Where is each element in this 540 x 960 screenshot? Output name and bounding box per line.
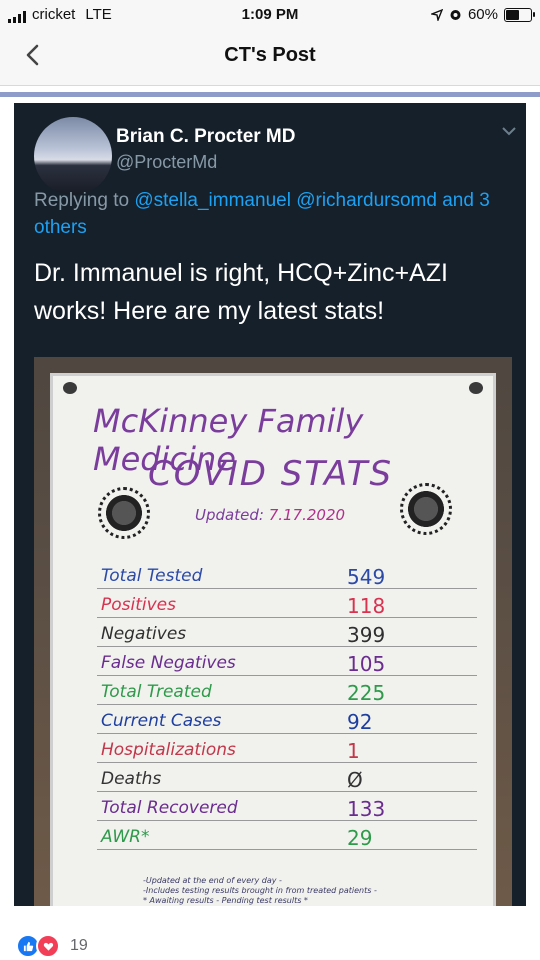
mention-link: @richardursomd	[296, 190, 437, 211]
tweet-handle: @ProcterMd	[116, 152, 218, 172]
stat-label: False Negatives	[101, 653, 236, 673]
tweet-text: Dr. Immanuel is right, HCQ+Zinc+AZI work…	[34, 259, 449, 325]
accent-divider	[0, 92, 540, 97]
stat-value: Ø	[347, 768, 363, 792]
stat-row: Total Tested 549	[97, 564, 477, 589]
avatar	[34, 117, 112, 195]
stat-value: 133	[347, 797, 386, 821]
alarm-icon	[450, 10, 461, 20]
reactions-bar[interactable]: 19	[16, 934, 88, 958]
stat-value: 92	[347, 710, 373, 734]
stat-value: 29	[347, 826, 373, 850]
stat-value: 549	[347, 565, 386, 589]
replying-suffix: and	[442, 190, 474, 211]
stat-value: 225	[347, 681, 386, 705]
stat-label: Total Treated	[101, 682, 212, 702]
reaction-count: 19	[70, 937, 88, 954]
stat-label: Hospitalizations	[101, 740, 236, 760]
page-title: CT's Post	[224, 44, 316, 66]
stat-value: 118	[347, 594, 386, 618]
mention-link: @stella_immanuel	[134, 190, 291, 211]
whiteboard-subtitle: COVID STATS	[148, 454, 394, 494]
footnote: -Updated at the end of every day -	[143, 876, 282, 885]
stat-label: Negatives	[101, 624, 187, 644]
virus-icon	[98, 487, 150, 539]
virus-icon	[400, 483, 452, 535]
battery-percent: 60%	[467, 6, 498, 23]
stat-value: 1	[347, 739, 360, 763]
stat-row: Negatives 399	[97, 622, 477, 647]
magnet	[63, 382, 77, 394]
status-bar: cricket LTE 1:09 PM 60%	[0, 0, 540, 30]
location-icon	[430, 8, 443, 21]
updated-label: Updated:	[195, 506, 264, 524]
battery-icon	[504, 7, 535, 22]
whiteboard: McKinney Family Medicine COVID STATS Upd…	[50, 373, 496, 906]
chevron-down-icon	[502, 127, 516, 136]
whiteboard-photo: McKinney Family Medicine COVID STATS Upd…	[34, 357, 512, 906]
footnotes: -Updated at the end of every day - -Incl…	[143, 876, 377, 906]
stat-label: Current Cases	[101, 711, 222, 731]
stat-row: Deaths Ø	[97, 767, 477, 792]
stat-row: Current Cases 92	[97, 709, 477, 734]
stat-row: Positives 118	[97, 593, 477, 618]
replying-to: Replying to @stella_immanuel @richardurs…	[34, 187, 514, 241]
stat-value: 399	[347, 623, 386, 647]
stat-label: Total Recovered	[101, 798, 238, 818]
stat-row: False Negatives 105	[97, 651, 477, 676]
love-icon	[36, 934, 60, 958]
replying-prefix: Replying to	[34, 190, 130, 211]
stat-row: Total Recovered 133	[97, 796, 477, 821]
post-image[interactable]: Brian C. Procter MD @ProcterMd Replying …	[14, 103, 526, 906]
stat-label: Deaths	[101, 769, 162, 789]
stat-label: Total Tested	[101, 566, 203, 586]
stat-row: Total Treated 225	[97, 680, 477, 705]
tweet-author: Brian C. Procter MD	[116, 126, 296, 147]
footnote: * Awaiting results - Pending test result…	[143, 896, 308, 905]
stat-row: AWR* 29	[97, 825, 477, 850]
footnote: -Includes testing results brought in fro…	[143, 886, 377, 895]
stat-label: Positives	[101, 595, 176, 615]
magnet	[469, 382, 483, 394]
stat-row: Hospitalizations 1	[97, 738, 477, 763]
nav-bar: CT's Post	[0, 30, 540, 97]
updated-line: Updated: 7.17.2020	[195, 506, 345, 524]
stat-value: 105	[347, 652, 386, 676]
updated-date: 7.17.2020	[268, 506, 346, 524]
stat-label: AWR*	[101, 827, 150, 847]
